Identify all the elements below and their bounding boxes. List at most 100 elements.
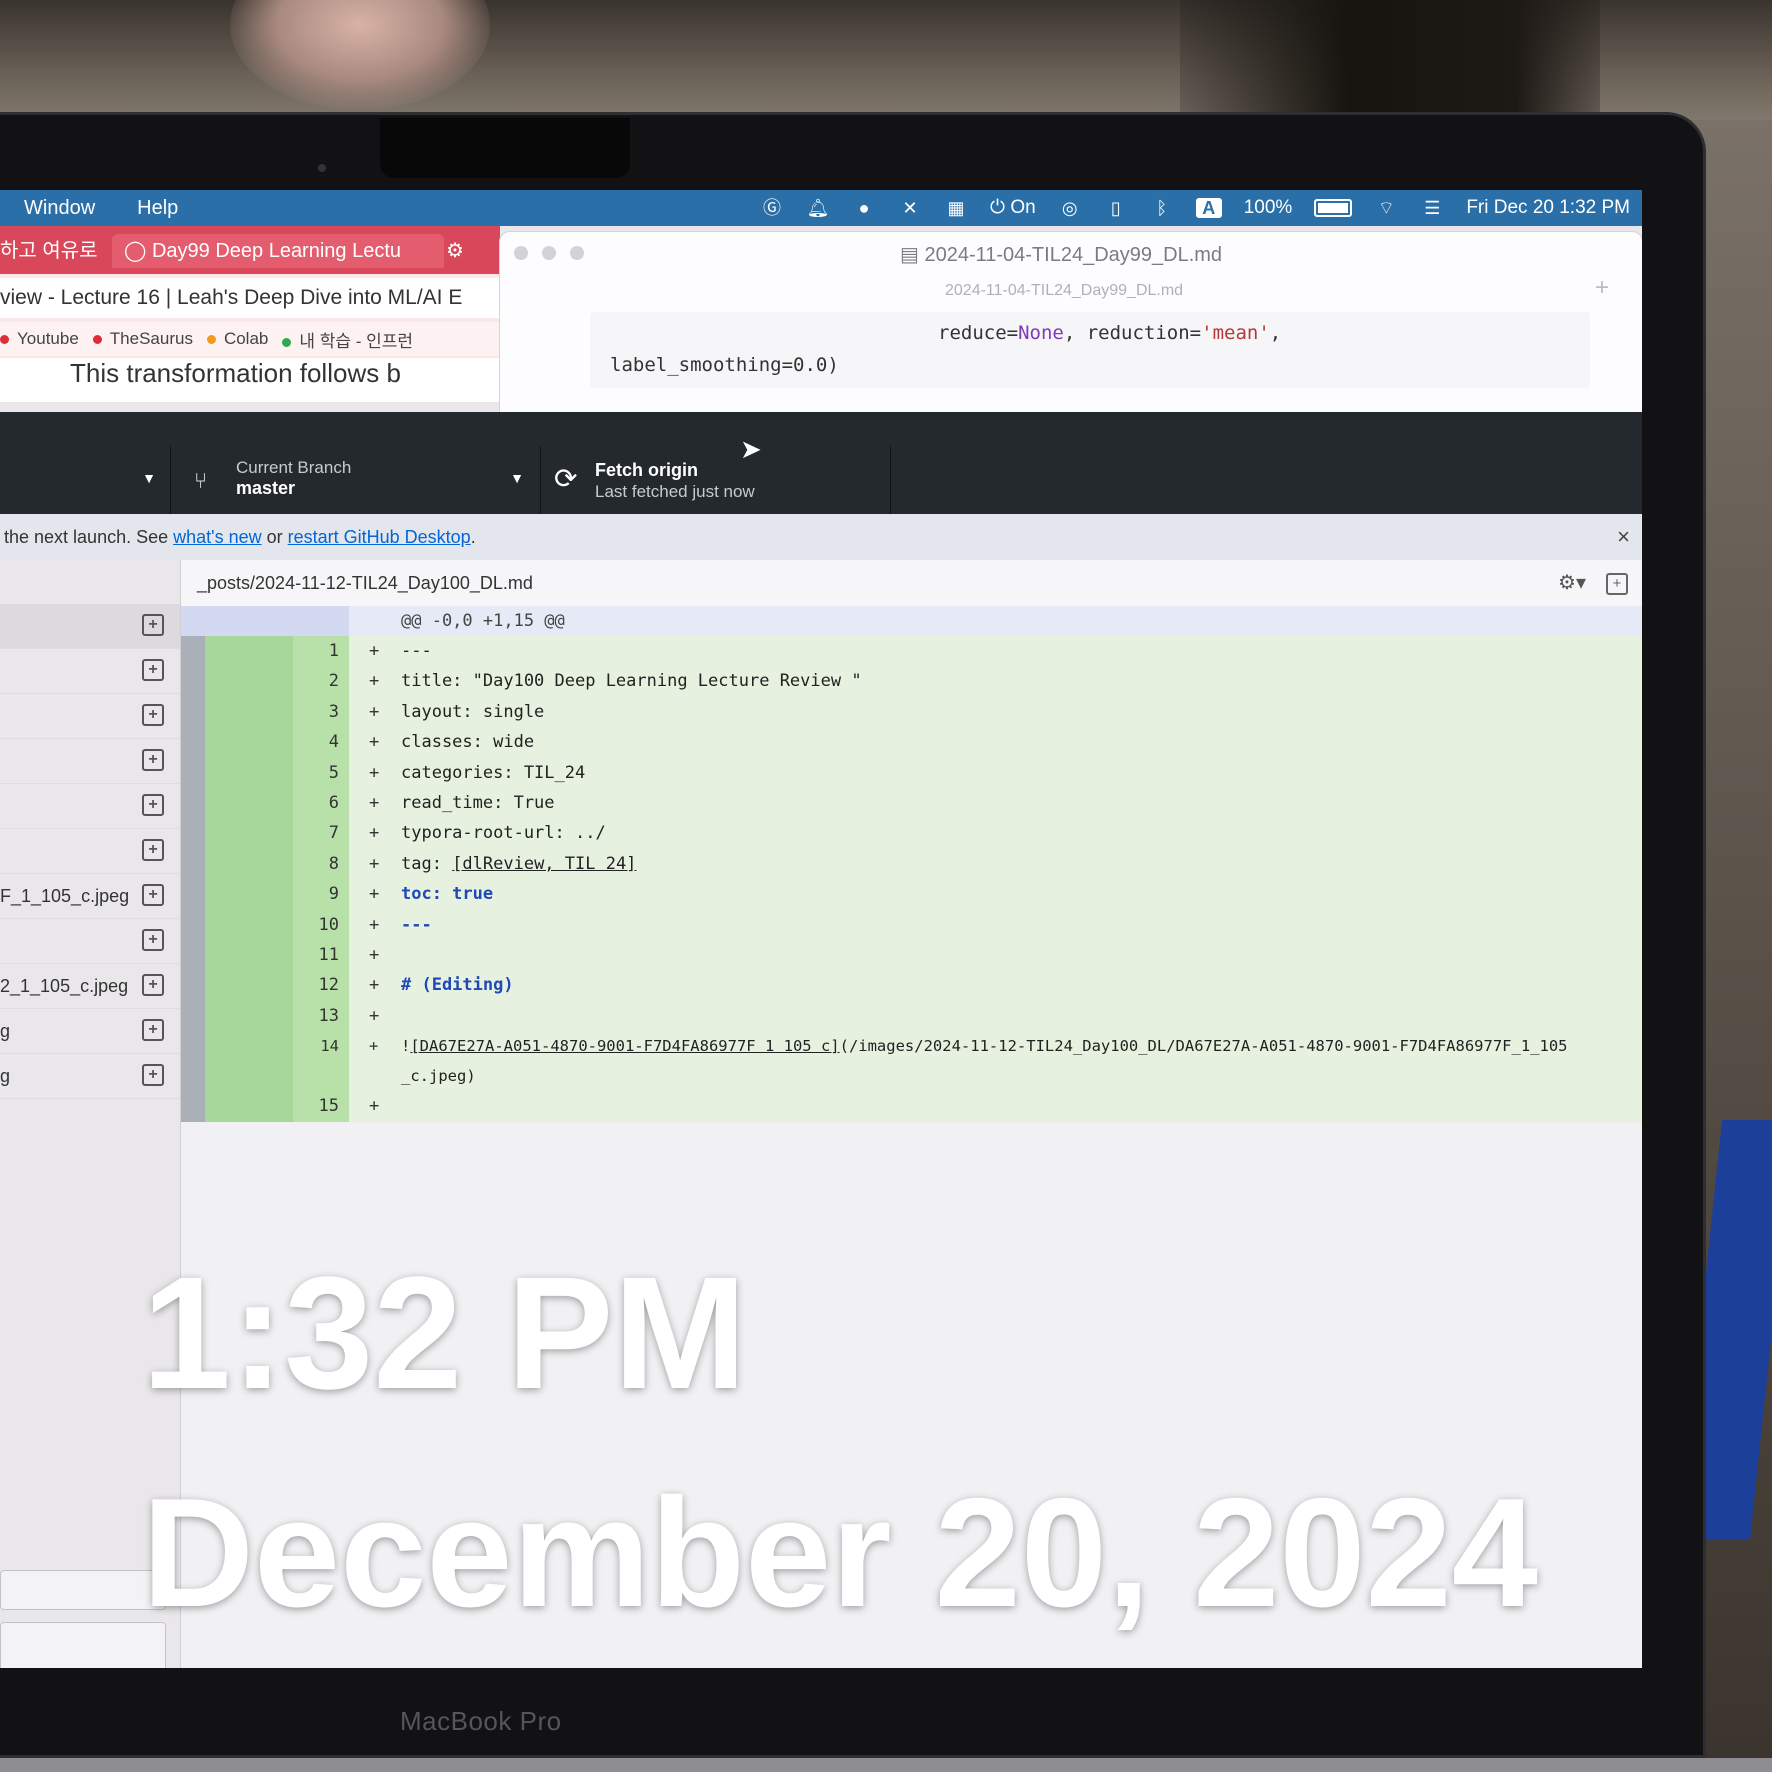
expand-icon[interactable]: + bbox=[1606, 573, 1628, 595]
file-name: g bbox=[0, 1021, 11, 1041]
tab-favicon-icon: ◯ bbox=[124, 240, 152, 262]
checkbox-icon[interactable]: + bbox=[142, 974, 164, 996]
status-area: Ⓖ 🔔︎ ● ✕ ▦ ⏻ On ◎ ▯ ᛒ A 100% ⌔ ☰ Fri Dec… bbox=[760, 190, 1630, 226]
line-number: 12 bbox=[318, 975, 339, 996]
branch-icon: ⑂ bbox=[194, 468, 208, 493]
record-icon[interactable]: ● bbox=[852, 198, 876, 218]
file-row[interactable]: g + bbox=[0, 1009, 180, 1054]
github-titlebar bbox=[0, 412, 1642, 446]
branch-selector[interactable]: ⑂ Current Branch master ▼ bbox=[170, 446, 541, 514]
diff-line[interactable]: 5 + categories: TIL_24 bbox=[181, 757, 1642, 788]
checkbox-icon[interactable]: + bbox=[142, 614, 164, 636]
banner-text: . bbox=[470, 527, 476, 547]
bookmark-label: 내 학습 - 인프런 bbox=[299, 331, 414, 351]
code-block[interactable]: reduce=None, reduction='mean', label_smo… bbox=[590, 312, 1590, 388]
line-number: 10 bbox=[318, 914, 339, 935]
line-text: classes: wide bbox=[401, 732, 535, 753]
file-row[interactable]: + bbox=[0, 694, 180, 739]
overlay-date: December 20, 2024 bbox=[142, 1466, 1538, 1639]
chevron-down-icon: ▼ bbox=[142, 470, 156, 486]
gear-icon[interactable]: ⚙▾ bbox=[1558, 560, 1586, 606]
bookmark-dot-icon bbox=[92, 335, 102, 344]
tab-label: 하고 여유로 bbox=[0, 240, 98, 262]
diff-line[interactable]: 3 + layout: single bbox=[181, 696, 1642, 728]
fetch-origin-button[interactable]: ⟳ Fetch origin Last fetched just now bbox=[540, 446, 891, 514]
checkbox-icon[interactable]: + bbox=[142, 839, 164, 861]
inline-link: [dlReview, TIL 24] bbox=[452, 853, 637, 874]
diff-line[interactable]: 6 + read_time: True bbox=[181, 788, 1642, 819]
airdrop-icon[interactable]: ◎ bbox=[1058, 198, 1082, 218]
line-text: typora-root-url: ../ bbox=[401, 823, 606, 844]
checkbox-icon[interactable]: + bbox=[142, 794, 164, 816]
menubar-clock[interactable]: Fri Dec 20 1:32 PM bbox=[1466, 197, 1630, 219]
file-row[interactable]: + bbox=[0, 919, 180, 964]
file-row[interactable]: g + bbox=[0, 1054, 180, 1099]
diff-line[interactable]: 12 + # (Editing) bbox=[181, 970, 1642, 1001]
tab-chatgpt[interactable]: ⚙ bbox=[446, 234, 500, 268]
bookmark-thesaurus[interactable]: TheSaurus bbox=[92, 329, 193, 349]
menu-window[interactable]: Window bbox=[24, 197, 95, 220]
hunk-header: @@ -0,0 +1,15 @@ bbox=[181, 606, 1642, 636]
bookmark-colab[interactable]: Colab bbox=[206, 329, 268, 349]
checkbox-icon[interactable]: + bbox=[142, 749, 164, 771]
control-center-icon[interactable]: ☰ bbox=[1420, 198, 1444, 218]
minimize-window-icon[interactable] bbox=[542, 246, 556, 260]
repository-selector[interactable]: ▼ bbox=[0, 446, 171, 514]
file-row[interactable]: + bbox=[0, 604, 180, 649]
bookmark-youtube[interactable]: Youtube bbox=[0, 329, 79, 349]
keyboard-icon[interactable]: ▦ bbox=[944, 198, 968, 218]
file-row[interactable]: F_1_105_c.jpeg + bbox=[0, 874, 180, 919]
diff-line[interactable]: 9 + toc: true bbox=[181, 879, 1642, 910]
bookmark-inflearn[interactable]: 내 학습 - 인프런 bbox=[282, 327, 413, 352]
update-banner: the next launch. See what's new or resta… bbox=[0, 514, 1642, 560]
diff-line[interactable]: 13 + bbox=[181, 1000, 1642, 1032]
diff-line[interactable]: 15 + bbox=[181, 1091, 1642, 1122]
inline-link: [DA67E27A-A051-4870-9001-F7D4FA86977F 1 … bbox=[410, 1037, 840, 1056]
line-text: --- bbox=[401, 914, 432, 935]
bookmark-dot-icon bbox=[0, 335, 9, 344]
tab-bar: 하고 여유로 ◯ Day99 Deep Learning Lectu ⚙ bbox=[0, 226, 500, 274]
new-tab-icon[interactable]: + bbox=[1586, 274, 1618, 306]
file-name: 2_1_105_c.jpeg bbox=[0, 976, 129, 996]
checkbox-icon[interactable]: + bbox=[142, 929, 164, 951]
checkbox-icon[interactable]: + bbox=[142, 704, 164, 726]
file-row[interactable]: + bbox=[0, 784, 180, 829]
bluetooth-icon[interactable]: ᛒ bbox=[1150, 198, 1174, 218]
mouse-cursor-icon: ➤ bbox=[740, 434, 762, 464]
whats-new-link[interactable]: what's new bbox=[173, 527, 261, 547]
diff-line[interactable]: 10 + --- bbox=[181, 909, 1642, 940]
focus-toggle[interactable]: ⏻ On bbox=[990, 197, 1036, 219]
file-row[interactable]: + bbox=[0, 829, 180, 874]
tab-day99[interactable]: ◯ Day99 Deep Learning Lectu bbox=[112, 234, 444, 268]
restart-link[interactable]: restart GitHub Desktop bbox=[288, 527, 471, 547]
diff-line[interactable]: 8 + tag: [dlReview, TIL 24] bbox=[181, 848, 1642, 880]
mute-icon[interactable]: ✕ bbox=[898, 198, 922, 218]
checkbox-icon[interactable]: + bbox=[142, 1064, 164, 1086]
wifi-icon[interactable]: ⌔ bbox=[1374, 198, 1398, 218]
diff-line[interactable]: 11 + bbox=[181, 940, 1642, 971]
close-icon[interactable]: × bbox=[1617, 514, 1630, 560]
zoom-window-icon[interactable] bbox=[570, 246, 584, 260]
file-row[interactable]: + bbox=[0, 739, 180, 784]
menu-help[interactable]: Help bbox=[137, 197, 178, 220]
file-row[interactable]: 2_1_105_c.jpeg + bbox=[0, 964, 180, 1009]
battery-icon[interactable] bbox=[1314, 199, 1353, 217]
input-source-icon[interactable]: A bbox=[1195, 198, 1222, 218]
grammarly-icon[interactable]: Ⓖ bbox=[760, 198, 784, 218]
diff-line[interactable]: 4 + classes: wide bbox=[181, 727, 1642, 758]
tab-korean[interactable]: 하고 여유로 bbox=[0, 234, 104, 268]
contact-icon[interactable]: ▯ bbox=[1104, 198, 1128, 218]
checkbox-icon[interactable]: + bbox=[142, 1019, 164, 1041]
bell-icon[interactable]: 🔔︎ bbox=[806, 198, 830, 218]
diff-line[interactable]: 2 + title: "Day100 Deep Learning Lecture R… bbox=[181, 666, 1642, 697]
overlay-time: 1:32 PM bbox=[142, 1243, 747, 1422]
diff-line[interactable]: 7 + typora-root-url: ../ bbox=[181, 818, 1642, 849]
diff-line[interactable]: 1 + --- bbox=[181, 636, 1642, 667]
close-window-icon[interactable] bbox=[514, 246, 528, 260]
checkbox-icon[interactable]: + bbox=[142, 659, 164, 681]
diff-line[interactable]: 14 + ![DA67E27A-A051-4870-9001-F7D4FA86977… bbox=[181, 1031, 1642, 1092]
file-row[interactable]: + bbox=[0, 649, 180, 694]
checkbox-icon[interactable]: + bbox=[142, 884, 164, 906]
content-bullet-text: This transformation follows b bbox=[70, 358, 401, 388]
tab-label: Day99 Deep Learning Lectu bbox=[151, 240, 402, 262]
